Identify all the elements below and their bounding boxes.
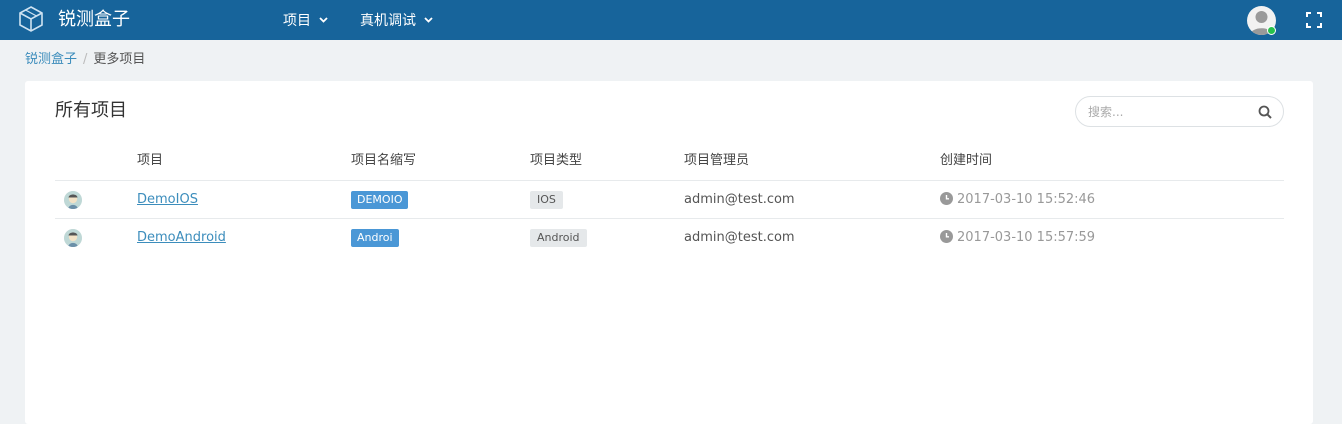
clock-icon [940, 230, 953, 243]
top-navbar: 锐测盒子 项目 真机调试 [0, 0, 1342, 40]
project-abbr-badge: Androi [351, 229, 399, 247]
project-avatar [64, 191, 82, 209]
breadcrumb-home-link[interactable]: 锐测盒子 [25, 52, 77, 67]
project-avatar [64, 229, 82, 247]
project-created-time-text: 2017-03-10 15:57:59 [957, 230, 1096, 245]
project-avatar-icon [64, 229, 82, 247]
projects-panel: 所有项目 项目 项目名缩写 项目类型 项目管理员 创建时间 DemoIOS DE… [25, 81, 1313, 424]
project-manager: admin@test.com [684, 230, 795, 245]
column-header-type: 项目类型 [530, 153, 583, 168]
cube-logo-icon[interactable] [17, 5, 45, 33]
project-created-time-text: 2017-03-10 15:52:46 [957, 192, 1096, 207]
column-header-manager: 项目管理员 [684, 153, 750, 168]
table-row: DemoIOS DEMOIO IOS admin@test.com 2017-0… [55, 181, 1284, 219]
column-header-created: 创建时间 [940, 153, 993, 168]
column-header-abbr: 项目名缩写 [351, 153, 417, 168]
project-created-time: 2017-03-10 15:57:59 [940, 230, 1095, 246]
search-input[interactable] [1088, 103, 1248, 121]
fullscreen-icon[interactable] [1306, 12, 1322, 28]
nav-menu-projects-label: 项目 [283, 13, 311, 29]
clock-icon [940, 192, 953, 205]
brand-title[interactable]: 锐测盒子 [58, 8, 130, 32]
project-created-time: 2017-03-10 15:52:46 [940, 192, 1095, 208]
table-row: DemoAndroid Androi Android admin@test.co… [55, 219, 1284, 257]
chevron-down-icon [424, 17, 434, 23]
project-manager: admin@test.com [684, 192, 795, 207]
project-abbr-badge: DEMOIO [351, 191, 409, 209]
project-type-badge: IOS [530, 191, 563, 209]
breadcrumb-current: 更多项目 [93, 52, 146, 67]
page-title: 所有项目 [55, 100, 127, 121]
project-avatar-icon [64, 191, 82, 209]
nav-menu-device-debug-label: 真机调试 [360, 13, 416, 29]
breadcrumb: 锐测盒子 / 更多项目 [25, 52, 145, 68]
online-status-dot [1267, 26, 1276, 35]
column-header-project: 项目 [137, 153, 164, 168]
nav-menu-device-debug[interactable]: 真机调试 [360, 12, 434, 30]
search-icon[interactable] [1258, 105, 1272, 119]
project-name-link[interactable]: DemoIOS [137, 192, 198, 208]
project-type-badge: Android [530, 229, 587, 247]
nav-menu-projects[interactable]: 项目 [283, 12, 329, 30]
breadcrumb-separator: / [83, 52, 88, 67]
project-name-link[interactable]: DemoAndroid [137, 230, 226, 246]
chevron-down-icon [319, 17, 329, 23]
search-box [1075, 96, 1284, 127]
